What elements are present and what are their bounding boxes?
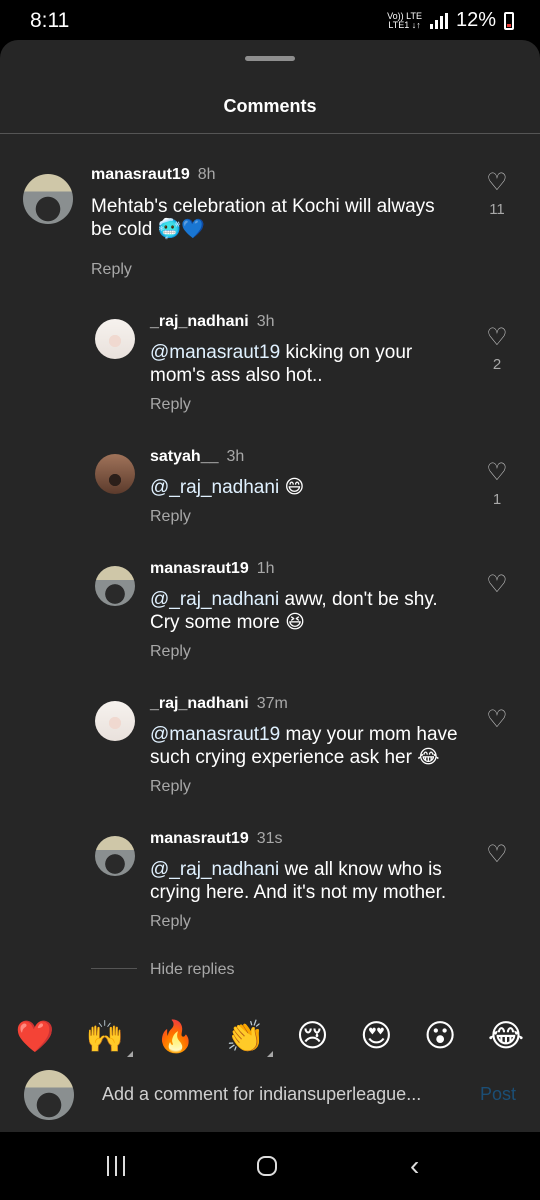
comment-username[interactable]: manasraut19 31s — [150, 830, 283, 848]
status-time: 8:11 — [30, 9, 70, 32]
comment-time: 3h — [256, 313, 275, 330]
reply-button[interactable]: Reply — [150, 396, 191, 414]
comment-username[interactable]: manasraut19 1h — [150, 560, 275, 578]
header-divider — [0, 133, 540, 134]
like-button[interactable]: ♡ — [482, 573, 512, 597]
reply-button[interactable]: Reply — [150, 778, 191, 796]
avatar[interactable] — [95, 836, 135, 876]
comment-text: Mehtab's celebration at Kochi will alway… — [91, 196, 435, 240]
comment-username[interactable]: _raj_nadhani 3h — [150, 313, 275, 331]
like-button[interactable]: ♡ — [482, 843, 512, 867]
comment-text: @_raj_nadhani we all know who is crying … — [150, 859, 447, 903]
heart-eyes-emoji-button[interactable]: 😍 — [360, 1018, 392, 1054]
battery-percent: 12% — [455, 9, 496, 31]
laughing-emoji-button[interactable]: 😂 — [488, 1018, 524, 1054]
heart-icon: ♡ — [486, 169, 508, 196]
comment-time: 1h — [256, 560, 275, 577]
avatar[interactable] — [95, 454, 135, 494]
like-button[interactable]: ♡ — [482, 708, 512, 732]
mention-link[interactable]: @_raj_nadhani — [150, 477, 279, 498]
like-button[interactable]: ♡ 2 — [482, 324, 512, 374]
network-indicator: Vo)) LTE LTE1 ↓↑ — [387, 10, 422, 30]
signal-icon — [429, 12, 448, 29]
raising-hands-emoji-button[interactable]: 🙌 — [86, 1018, 133, 1057]
surprised-emoji-button[interactable]: 😮 — [424, 1018, 456, 1054]
status-icons: Vo)) LTE LTE1 ↓↑ 12% — [387, 9, 514, 32]
heart-icon: ♡ — [486, 706, 508, 733]
battery-icon — [504, 11, 514, 30]
mention-link[interactable]: @manasraut19 — [150, 724, 280, 745]
comment-input[interactable]: Add a comment for indiansuperleague... — [102, 1084, 452, 1105]
heart-icon: ♡ — [486, 571, 508, 598]
home-button[interactable] — [257, 1156, 277, 1176]
own-avatar — [24, 1070, 74, 1120]
drag-handle[interactable] — [245, 56, 295, 61]
emoji-quick-bar: ❤️ 🙌 🔥 👏 😢 😍 😮 😂 — [0, 1008, 540, 1064]
like-button[interactable]: ♡ 1 — [482, 459, 512, 509]
fire-emoji-button[interactable]: 🔥 — [156, 1018, 195, 1055]
comment-username[interactable]: satyah__ 3h — [150, 448, 244, 466]
comment-username[interactable]: manasraut19 8h — [91, 166, 216, 184]
reply-button[interactable]: Reply — [91, 261, 132, 279]
comment-time: 3h — [226, 448, 245, 465]
heart-icon: ♡ — [486, 324, 508, 351]
comment-time: 31s — [256, 830, 283, 847]
comment-composer: Add a comment for indiansuperleague... P… — [0, 1066, 540, 1124]
comment-text: @manasraut19 may your mom have such cryi… — [150, 724, 458, 768]
skin-tone-indicator — [126, 1050, 133, 1057]
reply-button[interactable]: Reply — [150, 508, 191, 526]
mention-link[interactable]: @_raj_nadhani — [150, 859, 279, 880]
comment-text: @manasraut19 kicking on your mom's ass a… — [150, 342, 413, 386]
avatar[interactable] — [23, 174, 73, 224]
system-nav-bar: ‹ — [0, 1132, 540, 1200]
comment-time: 37m — [256, 695, 288, 712]
mention-link[interactable]: @manasraut19 — [150, 342, 280, 363]
comment-username[interactable]: _raj_nadhani 37m — [150, 695, 288, 713]
clapping-emoji-button[interactable]: 👏 — [226, 1018, 273, 1057]
like-count: 2 — [492, 356, 502, 373]
mention-link[interactable]: @_raj_nadhani — [150, 589, 279, 610]
comment-time: 8h — [197, 166, 216, 183]
back-button[interactable]: ‹ — [410, 1150, 419, 1182]
avatar[interactable] — [95, 319, 135, 359]
avatar[interactable] — [95, 566, 135, 606]
reply-button[interactable]: Reply — [150, 643, 191, 661]
crying-emoji-button[interactable]: 😢 — [296, 1018, 328, 1054]
skin-tone-indicator — [266, 1050, 273, 1057]
reply-button[interactable]: Reply — [150, 913, 191, 931]
heart-icon: ♡ — [486, 459, 508, 486]
post-button[interactable]: Post — [480, 1084, 516, 1105]
recent-apps-button[interactable] — [107, 1156, 125, 1176]
hide-replies-line — [91, 968, 137, 969]
comment-text: @_raj_nadhani aww, don't be shy. Cry som… — [150, 589, 438, 633]
avatar[interactable] — [95, 701, 135, 741]
comment-text: @_raj_nadhani 😄 — [150, 477, 305, 498]
hide-replies-button[interactable]: Hide replies — [150, 961, 234, 979]
heart-emoji-button[interactable]: ❤️ — [16, 1018, 55, 1055]
heart-icon: ♡ — [486, 841, 508, 868]
like-count: 11 — [489, 201, 505, 218]
like-button[interactable]: ♡ 11 — [482, 169, 512, 219]
comments-sheet: Comments manasraut19 8h Mehtab's celebrat… — [0, 40, 540, 1132]
sheet-title: Comments — [223, 96, 317, 116]
status-bar: 8:11 Vo)) LTE LTE1 ↓↑ 12% — [0, 0, 540, 40]
like-count: 1 — [492, 491, 502, 508]
